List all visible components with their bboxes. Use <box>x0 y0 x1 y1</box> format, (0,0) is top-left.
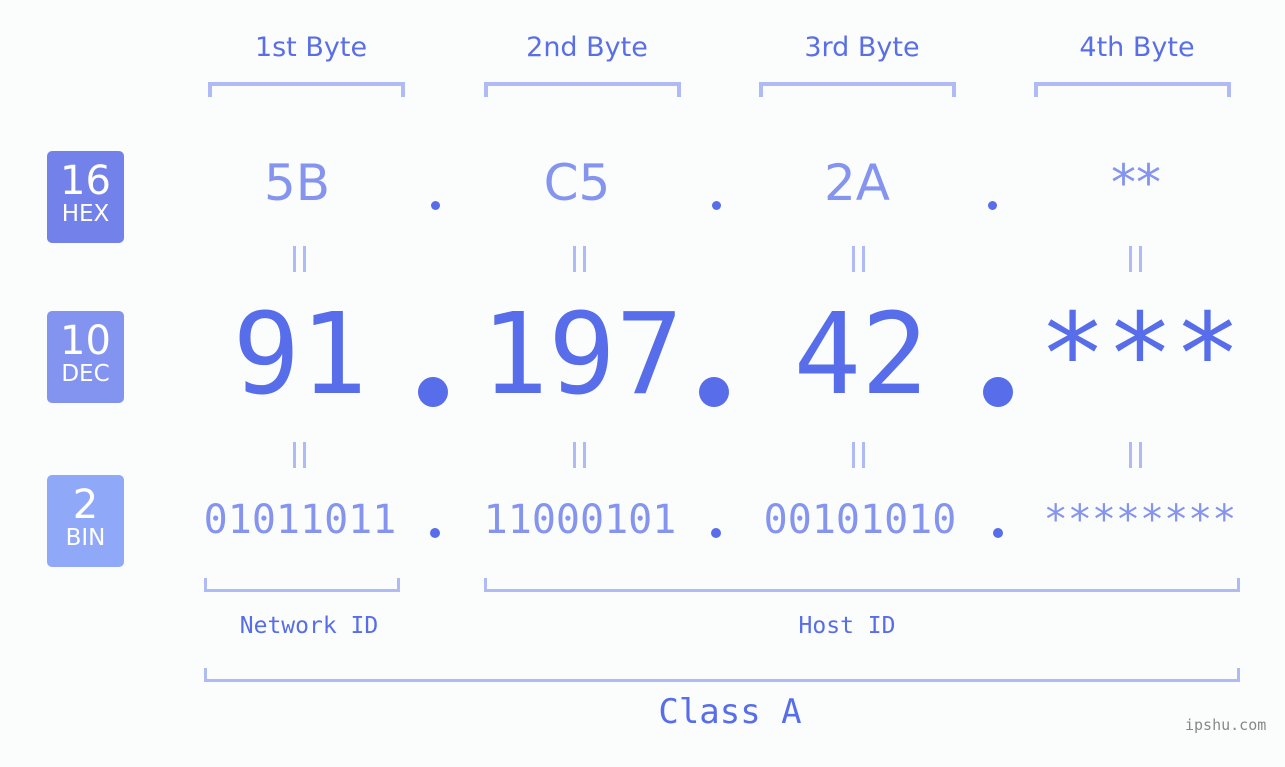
byte-3-bracket <box>759 82 956 97</box>
hex-byte-1: 5B <box>263 154 331 212</box>
bin-byte-2: 11000101 <box>483 497 677 543</box>
equals-icon <box>573 246 586 272</box>
dec-byte-2: 197 <box>480 290 684 420</box>
hex-base-number: 16 <box>60 158 111 204</box>
equals-hex-dec-1 <box>280 240 320 283</box>
hex-base-label: HEX <box>61 201 110 227</box>
hex-byte-4: ** <box>1111 154 1161 212</box>
byte-4-bracket <box>1034 82 1231 97</box>
hex-separator-2 <box>712 201 721 210</box>
watermark: ipshu.com <box>1185 716 1267 734</box>
equals-icon <box>852 246 865 272</box>
hex-byte-2: C5 <box>543 154 611 212</box>
dec-badge: 10 DEC <box>47 311 124 403</box>
equals-dec-bin-3 <box>839 436 879 479</box>
byte-1-bracket <box>208 82 405 97</box>
host-id-bracket <box>484 578 1240 592</box>
byte-2-title: 2nd Byte <box>526 32 648 63</box>
dec-base-label: DEC <box>61 361 110 387</box>
dec-separator-3 <box>983 377 1013 407</box>
equals-icon <box>1129 246 1142 272</box>
equals-hex-dec-2 <box>560 240 600 283</box>
byte-4-title: 4th Byte <box>1079 32 1195 63</box>
hex-separator-3 <box>988 201 997 210</box>
equals-icon <box>1129 442 1142 468</box>
host-id-label: Host ID <box>798 613 896 639</box>
bin-base-label: BIN <box>65 525 106 551</box>
equals-dec-bin-2 <box>560 436 600 479</box>
class-bracket <box>204 668 1240 682</box>
byte-2-bracket <box>484 82 681 97</box>
hex-badge: 16 HEX <box>47 151 124 243</box>
bin-byte-3: 00101010 <box>763 497 957 543</box>
equals-hex-dec-4 <box>1116 240 1156 283</box>
bin-badge: 2 BIN <box>47 475 124 567</box>
bin-base-number: 2 <box>72 482 99 528</box>
dec-separator-1 <box>418 377 448 407</box>
bin-byte-4: ******** <box>1043 497 1237 543</box>
equals-dec-bin-1 <box>280 436 320 479</box>
dec-byte-1: 91 <box>232 290 368 420</box>
dec-separator-2 <box>699 377 729 407</box>
class-label: Class A <box>658 692 802 732</box>
byte-1-title: 1st Byte <box>254 32 368 63</box>
dec-byte-4: *** <box>1038 290 1242 420</box>
equals-icon <box>573 442 586 468</box>
equals-icon <box>293 246 306 272</box>
hex-byte-3: 2A <box>823 154 890 212</box>
network-id-label: Network ID <box>239 613 379 639</box>
equals-icon <box>852 442 865 468</box>
bin-byte-1: 01011011 <box>203 497 397 543</box>
bin-separator-2 <box>711 528 721 538</box>
network-id-bracket <box>204 578 400 592</box>
equals-dec-bin-4 <box>1116 436 1156 479</box>
dec-base-number: 10 <box>60 318 111 364</box>
hex-separator-1 <box>431 201 440 210</box>
dec-byte-3: 42 <box>793 290 929 420</box>
bin-separator-3 <box>993 528 1003 538</box>
equals-hex-dec-3 <box>839 240 879 283</box>
equals-icon <box>293 442 306 468</box>
bin-separator-1 <box>430 528 440 538</box>
byte-3-title: 3rd Byte <box>804 32 920 63</box>
